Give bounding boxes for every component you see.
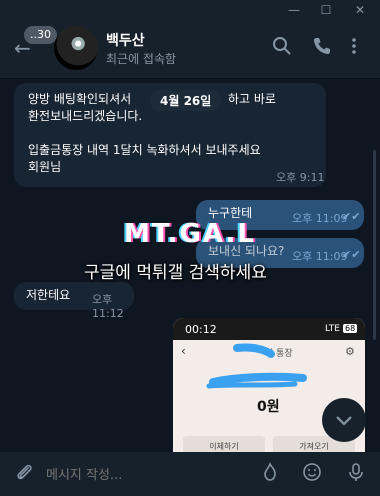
chat-header: ← ..30 백두산 최근에 접속함 — [0, 20, 380, 79]
phone-icon[interactable] — [310, 36, 334, 60]
redaction-scribble — [206, 343, 307, 389]
phone-network: LTE — [325, 324, 340, 334]
window-titlebar: — ☐ ✕ — [0, 0, 380, 20]
watermark-text: 구글에 먹튀갤 검색하세요 — [84, 263, 267, 283]
chat-title[interactable]: 백두산 — [106, 30, 145, 50]
message-time: 오후 11:12 — [92, 293, 124, 320]
unread-badge: ..30 — [24, 26, 57, 44]
more-options-icon[interactable] — [342, 36, 366, 60]
message-time: 오후 9:11 — [276, 171, 325, 184]
emoji-icon[interactable] — [300, 462, 324, 486]
message-input[interactable] — [44, 462, 248, 488]
maximize-button[interactable]: ☐ — [318, 2, 334, 18]
watermark-logo: MT.GA.L — [124, 219, 256, 249]
phone-clock: 00:12 — [185, 323, 217, 336]
settings-gear-icon: ⚙ — [345, 345, 355, 358]
read-check-icon: ✔✔ — [342, 248, 361, 261]
attach-paperclip-icon[interactable] — [12, 462, 36, 486]
message-time: 오후 11:09 — [292, 250, 348, 263]
read-check-icon: ✔✔ — [342, 210, 361, 223]
chat-status: 최근에 접속함 — [106, 52, 177, 66]
battery-icon: 68 — [343, 324, 358, 333]
message-incoming[interactable]: 저한테요 오후 11:12 — [14, 282, 134, 320]
scroll-down-button[interactable] — [322, 398, 366, 442]
close-button[interactable]: ✕ — [352, 2, 368, 18]
microphone-icon[interactable] — [344, 462, 368, 486]
minimize-button[interactable]: — — [286, 2, 302, 18]
message-input-bar — [0, 452, 380, 496]
balance-amount: 0원 — [257, 399, 280, 415]
date-separator: 4월 26일 — [150, 90, 222, 111]
bot-commands-icon[interactable] — [258, 462, 282, 486]
message-text-tail: 하고 바로 — [228, 92, 276, 106]
image-message[interactable]: 00:12 LTE 68 ‹ 의 통장 ⚙ 0원 이체하기 가져오기 — [173, 318, 365, 470]
scrollbar[interactable] — [373, 150, 376, 340]
message-text: 저한테요 — [26, 288, 71, 302]
search-icon[interactable] — [270, 36, 294, 60]
avatar[interactable] — [54, 26, 98, 70]
message-time: 오후 11:09 — [292, 212, 348, 225]
